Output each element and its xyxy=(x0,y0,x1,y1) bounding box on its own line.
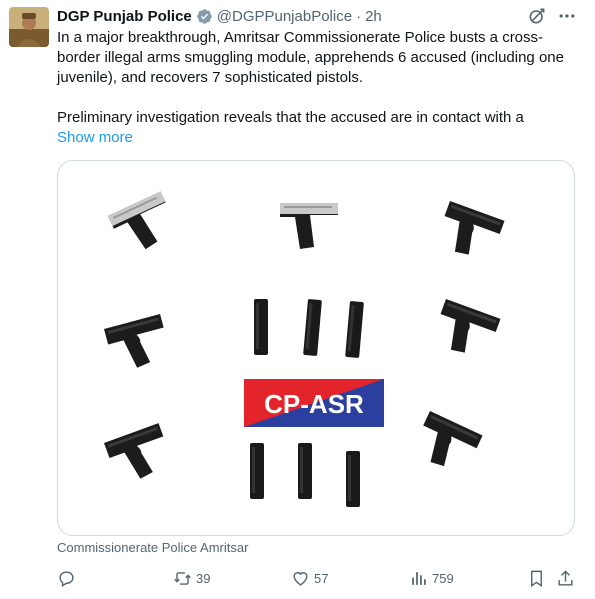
show-more-link[interactable]: Show more xyxy=(57,128,133,148)
bookmark-button[interactable] xyxy=(527,566,546,590)
reply-icon xyxy=(59,570,74,587)
media-caption: Commissionerate Police Amritsar xyxy=(57,540,249,555)
magazine-image xyxy=(298,443,312,499)
magazine-image xyxy=(346,451,360,507)
reply-button[interactable] xyxy=(57,566,80,590)
tweet-text: In a major breakthrough, Amritsar Commis… xyxy=(57,28,572,128)
magazine-image xyxy=(250,443,264,499)
tweet-header: DGP Punjab Police @DGPPunjabPolice · 2h xyxy=(57,6,382,26)
retweet-icon xyxy=(174,571,191,585)
verified-badge-icon xyxy=(196,8,213,25)
like-count: 57 xyxy=(314,570,329,586)
tweet[interactable]: DGP Punjab Police @DGPPunjabPolice · 2h … xyxy=(0,0,595,599)
cp-asr-badge: CP-ASR xyxy=(244,379,384,427)
author-handle[interactable]: @DGPPunjabPolice xyxy=(217,8,352,25)
bookmark-icon xyxy=(531,570,542,587)
tweet-media-image[interactable]: CP-ASR xyxy=(57,160,575,536)
share-button[interactable] xyxy=(556,566,575,590)
more-icon[interactable] xyxy=(557,6,577,26)
views-button[interactable]: 759 xyxy=(409,566,454,590)
views-count: 759 xyxy=(432,570,454,586)
share-icon xyxy=(558,569,573,586)
tweet-text-paragraph-1: In a major breakthrough, Amritsar Commis… xyxy=(57,29,564,86)
views-icon xyxy=(412,571,426,585)
retweet-button[interactable]: 39 xyxy=(173,566,210,590)
action-bar: 39 57 759 xyxy=(57,566,577,590)
like-button[interactable]: 57 xyxy=(291,566,328,590)
separator-dot: · xyxy=(356,7,362,25)
badge-text: CP-ASR xyxy=(264,389,364,419)
author-name[interactable]: DGP Punjab Police xyxy=(57,8,192,25)
heart-icon xyxy=(293,571,308,586)
magazine-image xyxy=(254,299,268,355)
post-time[interactable]: 2h xyxy=(365,8,382,25)
retweet-count: 39 xyxy=(196,570,211,586)
tweet-text-paragraph-2: Preliminary investigation reveals that t… xyxy=(57,109,524,126)
avatar[interactable] xyxy=(9,7,49,47)
grok-icon[interactable] xyxy=(527,6,547,26)
